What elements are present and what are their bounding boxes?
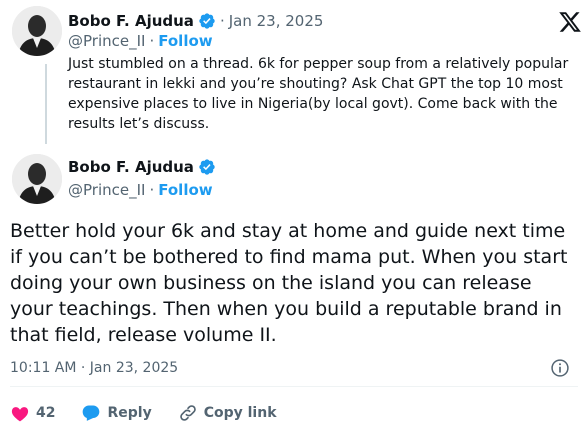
main-tweet-header: Bobo F. Ajudua	[68, 158, 216, 176]
parent-tweet-header: Bobo F. Ajudua · Jan 23, 2025	[68, 10, 323, 32]
thread-connector-line	[45, 64, 47, 144]
reply-button[interactable]: Reply	[81, 403, 152, 423]
separator-dot: ·	[149, 181, 155, 199]
parent-tweet-text: Just stumbled on a thread. 6k for pepper…	[68, 56, 569, 132]
info-icon[interactable]	[550, 358, 570, 378]
author-name[interactable]: Bobo F. Ajudua	[68, 158, 194, 176]
author-handle[interactable]: @Prince_II	[68, 32, 145, 50]
follow-button[interactable]: Follow	[158, 32, 212, 50]
verified-badge-icon	[199, 159, 215, 175]
like-count: 42	[36, 405, 56, 421]
main-handle-row: @Prince_II · Follow	[68, 181, 213, 199]
reply-label: Reply	[107, 405, 152, 421]
author-handle[interactable]: @Prince_II	[68, 181, 145, 199]
main-tweet-text: Better hold your 6k and stay at home and…	[10, 220, 568, 346]
parent-handle-row: @Prince_II · Follow	[68, 32, 213, 50]
tweet-action-bar: 42 Reply Copy link	[10, 400, 303, 426]
parent-tweet-date[interactable]: Jan 23, 2025	[229, 12, 324, 30]
author-name[interactable]: Bobo F. Ajudua	[68, 12, 194, 30]
heart-icon	[11, 407, 29, 422]
like-button[interactable]: 42	[10, 403, 55, 423]
x-logo-icon[interactable]	[558, 10, 582, 34]
avatar[interactable]	[12, 6, 62, 56]
avatar-image	[12, 154, 62, 204]
follow-button[interactable]: Follow	[158, 181, 212, 199]
avatar-image	[12, 6, 62, 56]
verified-badge-icon	[199, 13, 215, 29]
tweet-timestamp[interactable]: 10:11 AM · Jan 23, 2025	[10, 360, 178, 376]
embedded-tweet-card: Bobo F. Ajudua · Jan 23, 2025 @Prince_II…	[0, 0, 588, 426]
link-icon	[179, 405, 196, 421]
divider	[10, 386, 578, 387]
copy-link-button[interactable]: Copy link	[178, 403, 277, 423]
copy-link-label: Copy link	[203, 405, 277, 421]
avatar[interactable]	[12, 154, 62, 204]
separator-dot: ·	[219, 12, 225, 30]
separator-dot: ·	[149, 32, 155, 50]
reply-bubble-icon	[83, 405, 100, 421]
